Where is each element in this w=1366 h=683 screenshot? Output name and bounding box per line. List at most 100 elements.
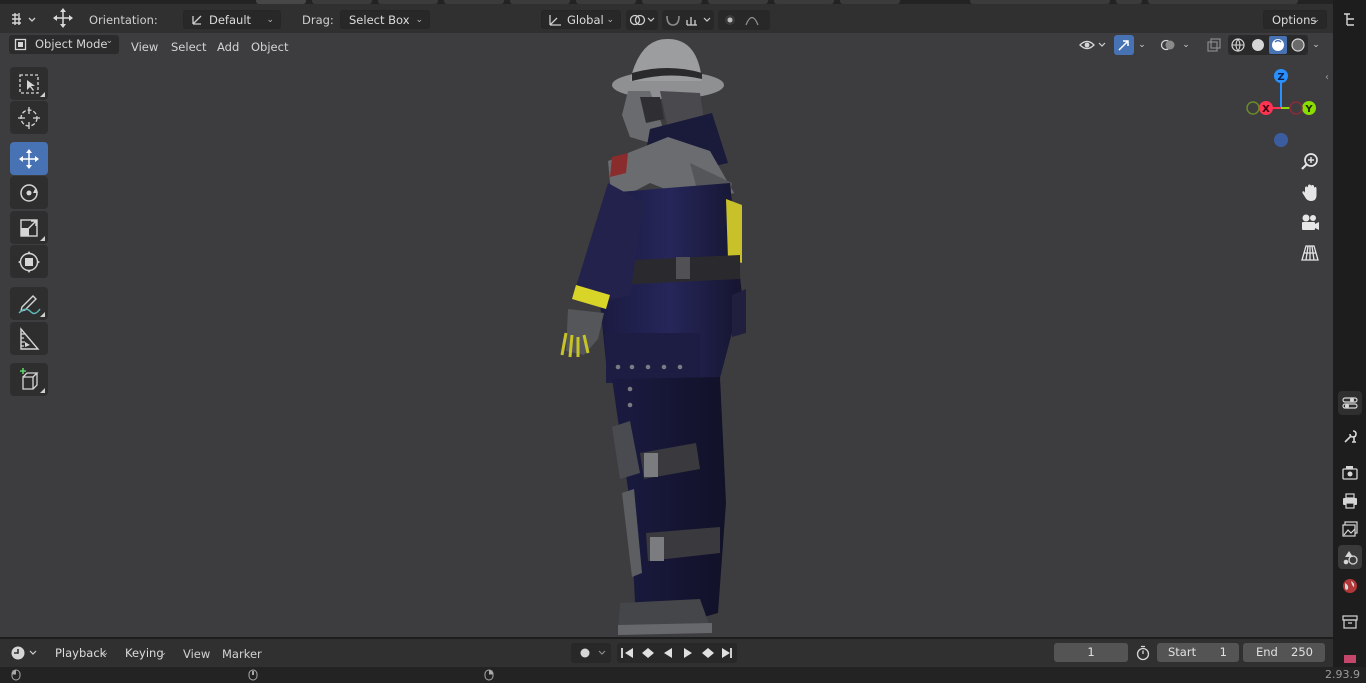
zoom-button[interactable] [1297, 149, 1323, 175]
render-camera-icon [1342, 466, 1358, 480]
menu-add[interactable]: Add [211, 38, 245, 56]
tool-tab[interactable] [1338, 425, 1362, 449]
tool-scale[interactable] [10, 211, 48, 244]
viewport-header: Object Mode ⌄ View Select Add Object ⌄ ⌄… [0, 33, 1333, 57]
add-cube-icon [20, 367, 39, 390]
current-frame-value: 1 [1087, 645, 1095, 659]
view-layer-tab[interactable] [1338, 517, 1362, 541]
sidebar-collapse-icon[interactable]: ‹ [1325, 72, 1329, 83]
chevron-down-icon: ⌄ [101, 648, 109, 658]
keying-menu[interactable]: Keying ⌄ [116, 643, 174, 662]
output-tab[interactable] [1338, 489, 1362, 513]
auto-keying-toggle[interactable] [571, 643, 611, 663]
orientation-icon [192, 15, 202, 25]
timeline-editor-type[interactable] [8, 643, 40, 663]
tool-add-cube[interactable] [10, 363, 48, 396]
gizmo-neg-z[interactable] [1274, 133, 1288, 147]
3d-viewport[interactable] [0, 33, 1333, 637]
rotate-icon [20, 183, 38, 202]
gizmo-neg-x[interactable] [1289, 101, 1303, 115]
orientation-value: Default [209, 13, 252, 27]
editor-type-button[interactable] [8, 9, 40, 29]
start-value: 1 [1219, 645, 1227, 659]
render-tab[interactable] [1338, 461, 1362, 485]
outliner-tree-icon [1344, 13, 1354, 26]
status-bar: 2.93.9 [0, 667, 1366, 683]
transport-icons [621, 648, 732, 658]
tool-settings-tab[interactable] [1338, 391, 1362, 415]
outliner-icon[interactable] [1338, 8, 1362, 32]
playback-label: Playback [55, 646, 107, 660]
overlays-dropdown[interactable]: ⌄ [1178, 35, 1194, 55]
shading-mode-group[interactable] [1228, 35, 1308, 55]
chevron-down-icon: ⌄ [1312, 15, 1320, 25]
move-arrows-icon [53, 8, 73, 28]
collection-tab[interactable] [1338, 610, 1362, 634]
tool-cursor[interactable] [10, 101, 48, 134]
show-gizmo-toggle[interactable] [1114, 35, 1134, 55]
snapping-group[interactable] [662, 10, 714, 30]
record-icon [580, 648, 606, 658]
gizmo-dropdown[interactable]: ⌄ [1134, 35, 1150, 55]
viewport-editor-icon [12, 13, 36, 25]
tool-select-box[interactable] [10, 67, 48, 100]
annotate-pencil-icon [18, 294, 41, 314]
orientation-dropdown[interactable]: Default ⌄ [183, 10, 281, 29]
version-label: 2.93.9 [1325, 668, 1360, 681]
xray-toggle[interactable] [1204, 35, 1224, 55]
cursor-icon [18, 106, 40, 129]
chevron-down-icon: ⌄ [415, 15, 423, 25]
perspective-toggle-button[interactable] [1297, 240, 1323, 266]
pan-button[interactable] [1297, 180, 1323, 206]
scene-tab[interactable] [1338, 545, 1362, 569]
camera-view-button[interactable] [1297, 210, 1323, 236]
end-frame-field[interactable]: End 250 [1243, 643, 1325, 662]
mouse-right-icon [484, 669, 494, 681]
proportional-editing-group[interactable] [718, 10, 770, 30]
eye-icon [1079, 40, 1106, 50]
xray-icon [1207, 38, 1221, 52]
timeline-menu-view[interactable]: View [183, 647, 210, 661]
camera-icon [1302, 214, 1319, 230]
transform-orientation-dropdown[interactable]: Global ⌄ [541, 10, 621, 29]
navigation-gizmo[interactable]: Z Y X [1240, 64, 1324, 154]
tool-annotate[interactable] [10, 287, 48, 320]
axis-z-label: Z [1277, 72, 1284, 83]
end-label: End [1256, 645, 1278, 659]
current-frame-field[interactable]: 1 [1054, 643, 1128, 662]
visibility-dropdown[interactable] [1077, 35, 1109, 55]
drag-dropdown[interactable]: Select Box ⌄ [340, 10, 430, 29]
menu-select[interactable]: Select [165, 38, 212, 56]
orientation-label: Orientation: [89, 13, 158, 27]
gizmo-neg-y[interactable] [1246, 101, 1260, 115]
drag-label: Drag: [302, 13, 334, 27]
stopwatch-icon [1136, 645, 1150, 661]
shading-dropdown[interactable]: ⌄ [1308, 35, 1324, 55]
select-box-icon [19, 73, 39, 94]
start-frame-field[interactable]: Start 1 [1157, 643, 1239, 662]
overlays-toggle[interactable] [1158, 35, 1178, 55]
options-dropdown[interactable]: Options ⌄ [1263, 10, 1327, 29]
menu-object[interactable]: Object [245, 38, 294, 56]
use-preview-range-toggle[interactable] [1133, 643, 1153, 663]
menu-view[interactable]: View [125, 38, 164, 56]
global-axes-icon [549, 15, 561, 26]
object-mode-dropdown[interactable]: Object Mode ⌄ [9, 35, 119, 54]
tool-rotate[interactable] [10, 176, 48, 209]
world-tab[interactable] [1338, 574, 1362, 598]
image-layers-icon [1342, 521, 1358, 537]
pivot-link-icon [629, 14, 655, 26]
tool-transform[interactable] [10, 245, 48, 278]
playback-controls[interactable] [617, 643, 737, 663]
pivot-point-dropdown[interactable] [626, 10, 658, 30]
transform-tool-icon[interactable] [50, 8, 76, 28]
tool-measure[interactable] [10, 322, 48, 355]
proportional-edit-icon [725, 15, 759, 26]
tool-move[interactable] [10, 142, 48, 175]
timeline-menu-marker[interactable]: Marker [222, 647, 262, 661]
playback-menu[interactable]: Playback ⌄ [46, 643, 116, 662]
overlays-icon [1160, 39, 1175, 51]
transform-orientation-value: Global [567, 13, 604, 27]
drag-value: Select Box [349, 13, 410, 27]
object-tab[interactable] [1338, 652, 1362, 664]
